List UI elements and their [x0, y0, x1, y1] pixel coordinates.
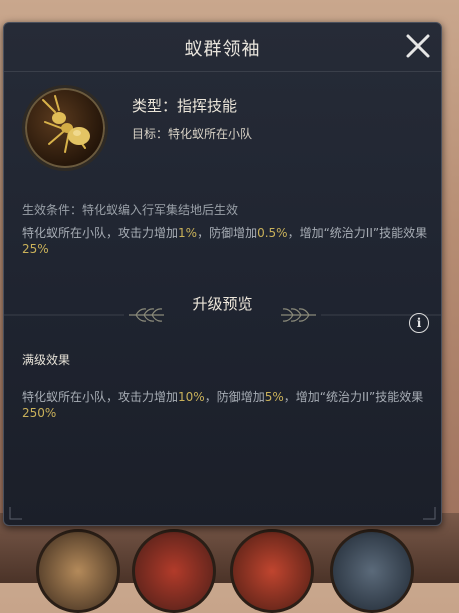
desc-part: ，增加“统治力II”技能效果	[287, 226, 428, 240]
desc-part: 特化蚁所在小队，攻击力增加	[22, 390, 179, 404]
background-avatar-3	[230, 529, 314, 613]
dialog-title: 蚁群领袖	[184, 39, 261, 60]
background-avatar-1	[36, 529, 120, 613]
max-effect-text: 特化蚁所在小队，攻击力增加10%，防御增加5%，增加“统治力II”技能效果 250…	[22, 389, 432, 421]
desc-value: 25%	[22, 242, 49, 256]
background-avatar-4	[330, 529, 414, 613]
desc-part: 特化蚁所在小队，攻击力增加	[22, 226, 179, 240]
desc-part: ，防御增加	[204, 390, 265, 404]
close-icon[interactable]	[403, 31, 433, 61]
background-avatar-2	[132, 529, 216, 613]
desc-value: 0.5%	[257, 226, 288, 240]
upgrade-preview-title: 升级预览	[192, 295, 253, 313]
desc-part: ，防御增加	[197, 226, 258, 240]
desc-value: 5%	[264, 390, 284, 404]
skill-icon-frame	[22, 85, 108, 171]
desc-value: 10%	[178, 390, 205, 404]
desc-value: 1%	[178, 226, 198, 240]
corner-ornament	[423, 507, 436, 520]
ant-icon	[42, 95, 90, 153]
skill-dialog: 蚁群领袖 类型：指挥技能 目标：特化蚁所在小队 生效条件：特化蚁编入行军集结地后…	[3, 22, 442, 526]
info-icon[interactable]: i	[409, 313, 429, 333]
desc-value: 250%	[22, 406, 57, 420]
skill-target-label: 目标：特化蚁所在小队	[132, 127, 253, 141]
max-level-title: 满级效果	[22, 353, 71, 367]
title-bar: 蚁群领袖	[4, 23, 441, 72]
corner-ornament	[9, 507, 22, 520]
skill-type-label: 类型：指挥技能	[132, 97, 238, 115]
desc-part: ，增加“统治力II”技能效果	[283, 390, 424, 404]
effect-condition: 生效条件：特化蚁编入行军集结地后生效	[22, 203, 239, 217]
current-effect-text: 特化蚁所在小队，攻击力增加1%，防御增加0.5%，增加“统治力II”技能效果 25…	[22, 225, 432, 257]
